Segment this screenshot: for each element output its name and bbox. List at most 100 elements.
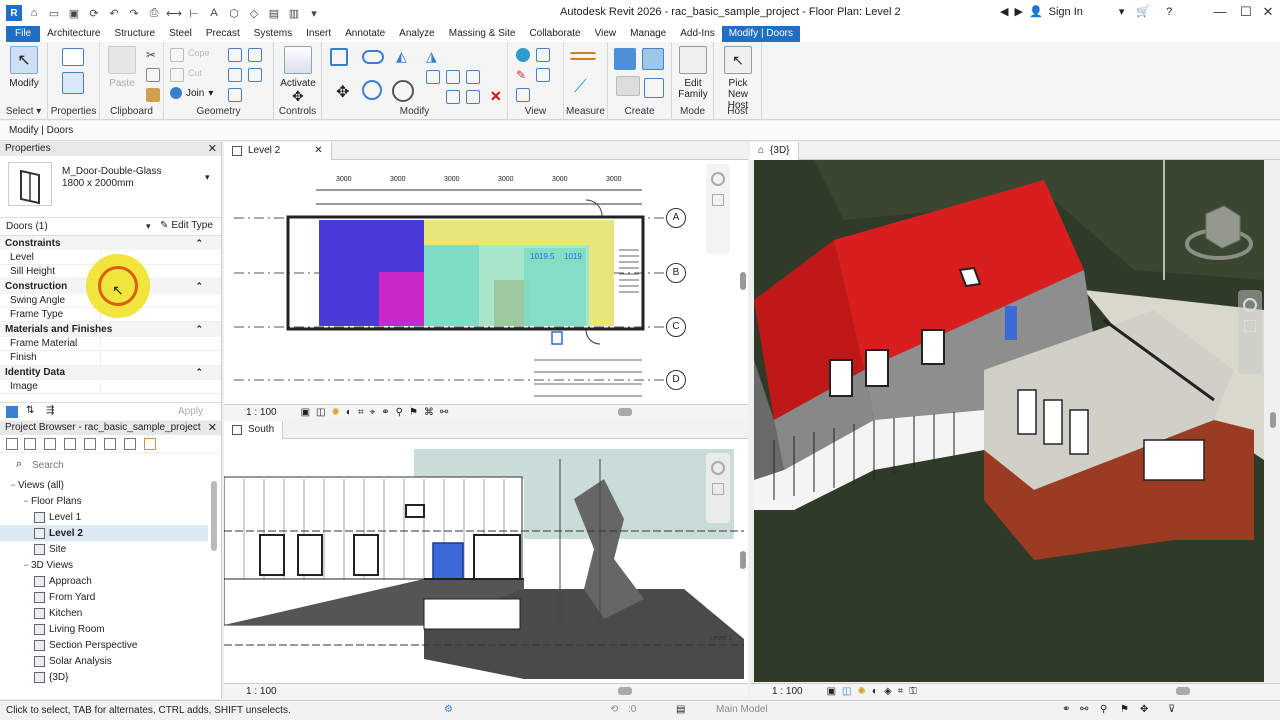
navigation-bar[interactable] — [1238, 290, 1262, 374]
dimension-value[interactable]: 3000 — [444, 176, 460, 183]
collapse-icon[interactable]: ⌃ — [195, 367, 203, 378]
save-icon[interactable]: ▣ — [66, 5, 82, 21]
offset-icon[interactable] — [362, 50, 384, 64]
show-crop-icon[interactable]: ⌖ — [370, 407, 376, 418]
measure-icon[interactable]: ⟷ — [166, 5, 182, 21]
filter-icon[interactable]: ⇶ — [46, 405, 54, 416]
mirror-draw-icon[interactable]: ◮ — [426, 48, 440, 64]
main-model[interactable]: Main Model — [716, 704, 768, 715]
cart-icon[interactable]: 🛒 — [1136, 5, 1150, 18]
worksharing-icon[interactable]: ⚑ — [409, 407, 418, 418]
help-icon[interactable]: ? — [1166, 6, 1172, 18]
navigation-bar[interactable] — [706, 164, 730, 254]
move-icon[interactable]: ✥ — [336, 82, 350, 101]
sun-path-icon[interactable]: ✺ — [858, 686, 866, 697]
cope-icon[interactable] — [170, 48, 184, 62]
south-scrollbar-h[interactable] — [618, 687, 632, 695]
sign-in-label[interactable]: Sign In — [1049, 6, 1083, 18]
scale-label[interactable]: 1 : 100 — [772, 686, 803, 697]
linework-icon[interactable]: ✎ — [516, 68, 530, 82]
customize-qat-icon[interactable]: ▾ — [306, 5, 322, 21]
crop-icon[interactable]: ⌗ — [898, 686, 904, 697]
browser-item[interactable]: Site — [0, 541, 208, 557]
dimension-value[interactable]: 3000 — [552, 176, 568, 183]
dimension-tag[interactable]: 1019.5 — [530, 252, 554, 261]
detail-level-icon[interactable]: ▣ — [827, 686, 836, 697]
join-button[interactable]: Join ▾ — [170, 86, 230, 100]
crop-icon[interactable]: ⌗ — [358, 407, 364, 418]
browser-tool-icon[interactable] — [144, 438, 156, 450]
dropdown-icon[interactable]: ▾ — [1119, 5, 1125, 18]
tab-systems[interactable]: Systems — [247, 26, 299, 42]
tab-structure[interactable]: Structure — [107, 26, 162, 42]
render-icon[interactable]: ◈ — [884, 686, 892, 697]
worksets-icon[interactable]: ⚙ — [444, 704, 453, 715]
tab-level-2[interactable]: Level 2 ✕ — [224, 141, 332, 160]
expand-toggle-icon[interactable]: − — [8, 480, 18, 490]
chevron-down-icon[interactable]: ▾ — [205, 172, 210, 183]
tab-precast[interactable]: Precast — [199, 26, 247, 42]
3d-view-icon[interactable]: ⬡ — [226, 5, 242, 21]
edit-type-button[interactable]: ✎ Edit Type — [160, 220, 213, 231]
browser-item[interactable]: Section Perspective — [0, 637, 208, 653]
align-icon[interactable] — [330, 48, 348, 66]
move-arrows-icon[interactable]: ✥ — [292, 88, 306, 104]
tab-south[interactable]: South — [224, 420, 284, 439]
close-icon[interactable]: ✕ — [208, 142, 217, 155]
tab-file[interactable]: File — [6, 26, 41, 42]
split-icon[interactable] — [446, 70, 460, 84]
trim-icon[interactable] — [426, 70, 440, 84]
activate-button[interactable]: Activate — [278, 46, 318, 89]
select-underlay-icon[interactable]: ⚯ — [1080, 704, 1088, 715]
expand-toggle-icon[interactable]: − — [21, 560, 31, 570]
forward-icon[interactable]: ▶ — [1014, 5, 1022, 18]
south-canvas[interactable]: Level 1 — [224, 439, 748, 683]
match-properties-icon[interactable] — [146, 88, 160, 102]
tab-collaborate[interactable]: Collaborate — [522, 26, 587, 42]
apply-button[interactable]: Apply — [178, 406, 203, 417]
browser-item[interactable]: From Yard — [0, 589, 208, 605]
redo-icon[interactable]: ↷ — [126, 5, 142, 21]
paint-icon[interactable] — [228, 68, 242, 82]
zoom-icon[interactable] — [712, 194, 724, 206]
print-icon[interactable]: ⎙ — [146, 5, 162, 21]
browser-item[interactable]: Kitchen — [0, 605, 208, 621]
property-group[interactable]: Identity Data ⌃ — [0, 365, 221, 380]
maximize-icon[interactable]: ☐ — [1236, 4, 1256, 22]
dimension-tool-icon[interactable]: ⟋ — [574, 76, 598, 100]
select-panel-label[interactable]: Select ▾ — [0, 106, 47, 117]
browser-item[interactable]: Level 2 — [0, 525, 208, 541]
scale-label[interactable]: 1 : 100 — [246, 686, 277, 697]
tab-insert[interactable]: Insert — [299, 26, 338, 42]
zoom-icon[interactable] — [712, 483, 724, 495]
3d-canvas[interactable] — [754, 160, 1264, 682]
home-icon[interactable]: ⌂ — [26, 5, 42, 21]
browser-item[interactable]: − Floor Plans — [0, 493, 208, 509]
tab-massing-site[interactable]: Massing & Site — [442, 26, 523, 42]
instance-filter[interactable]: Doors (1) — [6, 221, 48, 232]
collapse-icon[interactable]: ⌃ — [195, 238, 203, 249]
browser-tool-icon[interactable] — [44, 438, 56, 450]
browser-tool-icon[interactable] — [24, 438, 36, 450]
property-value[interactable] — [100, 380, 207, 393]
modify-button[interactable]: ↖ Modify — [4, 46, 44, 89]
delete-icon[interactable]: ✕ — [490, 88, 504, 104]
dimension-value[interactable]: 3000 — [390, 176, 406, 183]
viewcube[interactable] — [1184, 200, 1254, 266]
filter-icon[interactable] — [536, 68, 550, 82]
sun-path-icon[interactable]: ✺ — [332, 407, 340, 418]
visual-style-icon[interactable]: ◫ — [842, 686, 851, 697]
steering-wheel-icon[interactable] — [1243, 298, 1257, 312]
select-links-icon[interactable]: ⚭ — [1062, 704, 1070, 715]
elevation-drawing[interactable] — [224, 439, 748, 683]
steering-wheel-icon[interactable] — [711, 461, 725, 475]
copy-icon[interactable] — [146, 68, 160, 82]
revit-logo-icon[interactable]: R — [6, 5, 22, 21]
rotate-icon[interactable] — [392, 80, 414, 102]
scale-label[interactable]: 1 : 100 — [246, 407, 277, 418]
override-icon[interactable] — [536, 48, 550, 62]
dimension-icon[interactable]: ⊢ — [186, 5, 202, 21]
mirror-icon[interactable]: ◭ — [396, 48, 410, 64]
type-properties-icon[interactable] — [62, 48, 84, 66]
zoom-icon[interactable] — [1244, 320, 1256, 332]
